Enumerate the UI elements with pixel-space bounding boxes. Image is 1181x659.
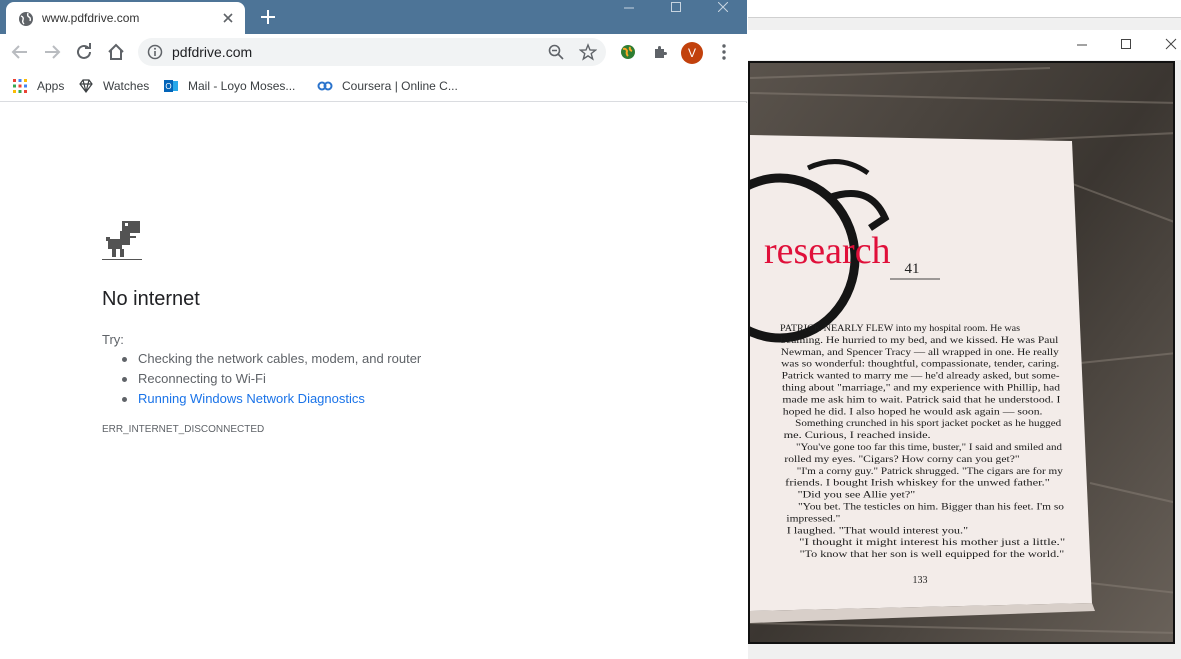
minimize-button[interactable] bbox=[606, 0, 652, 14]
arrow-right-icon bbox=[45, 45, 61, 59]
tab-strip: www.pdfdrive.com bbox=[0, 0, 747, 34]
reload-icon bbox=[77, 43, 91, 59]
bullet-icon bbox=[122, 377, 127, 382]
error-code: ERR_INTERNET_DISCONNECTED bbox=[102, 424, 265, 435]
book-line: was so wonderful: thoughtful, compassion… bbox=[781, 359, 1059, 370]
forward-button[interactable] bbox=[40, 40, 64, 64]
puzzle-icon bbox=[655, 46, 667, 58]
book-line: "I thought it might interest his mother … bbox=[799, 537, 1065, 548]
minimize-icon bbox=[624, 7, 634, 9]
suggestion-item: Reconnecting to Wi-Fi bbox=[120, 369, 421, 389]
tab-title: www.pdfdrive.com bbox=[42, 11, 140, 25]
bookmark-label: Watches bbox=[103, 79, 150, 93]
outlook-icon: O bbox=[164, 80, 178, 92]
coursera-icon bbox=[317, 81, 333, 91]
browser-window: www.pdfdrive.com pdfdrive.com V Apps Wat… bbox=[0, 0, 747, 659]
book-line: beaming. He hurried to my bed, and we ki… bbox=[780, 335, 1058, 346]
extension-globe-button[interactable] bbox=[617, 41, 639, 63]
close-icon bbox=[718, 2, 728, 12]
extensions-button[interactable] bbox=[649, 41, 671, 63]
browser-toolbar: pdfdrive.com V bbox=[0, 34, 747, 70]
close-window-button[interactable] bbox=[700, 0, 746, 14]
new-tab-icon[interactable] bbox=[258, 7, 278, 27]
star-icon[interactable] bbox=[579, 43, 597, 61]
overlay-word: research bbox=[764, 230, 891, 272]
back-button[interactable] bbox=[8, 40, 32, 64]
suggestion-text: Reconnecting to Wi-Fi bbox=[138, 371, 266, 386]
viewer-title-bar bbox=[748, 30, 1181, 60]
avatar-letter: V bbox=[687, 46, 696, 60]
profile-avatar[interactable]: V bbox=[681, 42, 703, 64]
image-viewer-window: research 41 PATRICK NEARLY FLEW into my … bbox=[748, 0, 1181, 659]
bookmark-label: Mail - Loyo Moses... bbox=[188, 79, 296, 93]
minimize-icon[interactable] bbox=[1075, 37, 1089, 51]
svg-text:O: O bbox=[165, 82, 171, 91]
bookmarks-bar: Apps Watches O Mail - Loyo Moses... Cour… bbox=[0, 70, 747, 102]
arrow-left-icon bbox=[11, 45, 27, 59]
home-button[interactable] bbox=[104, 40, 128, 64]
book-line: hoped he did. I also hoped he would ask … bbox=[783, 406, 1043, 417]
suggestion-item: Checking the network cables, modem, and … bbox=[120, 349, 421, 369]
reload-button[interactable] bbox=[72, 40, 96, 64]
try-label: Try: bbox=[102, 332, 124, 347]
book-line: Something crunched in his sport jacket p… bbox=[795, 418, 1061, 429]
book-line: rolled my eyes. "Cigars? How corny can y… bbox=[784, 454, 1019, 465]
bookmark-coursera[interactable]: Coursera | Online C... bbox=[317, 77, 458, 95]
book-line: "Did you see Allie yet?" bbox=[798, 490, 916, 501]
book-line: "You've gone too far this time, buster,"… bbox=[796, 442, 1062, 453]
book-line: "I'm a corny guy." Patrick shrugged. "Th… bbox=[797, 466, 1063, 477]
book-line: Newman, and Spencer Tracy — all wrapped … bbox=[781, 347, 1059, 358]
book-line: Patrick wanted to marry me — he'd alread… bbox=[782, 371, 1060, 382]
home-icon bbox=[108, 43, 124, 60]
maximize-icon bbox=[671, 2, 681, 12]
book-line: PATRICK NEARLY FLEW into my hospital roo… bbox=[780, 323, 1020, 334]
diamond-icon bbox=[79, 79, 93, 93]
suggestion-list: Checking the network cables, modem, and … bbox=[120, 349, 421, 409]
bookmark-label: Apps bbox=[37, 79, 65, 93]
photo-canvas: research 41 PATRICK NEARLY FLEW into my … bbox=[750, 63, 1173, 642]
book-line: I laughed. "That would interest you." bbox=[787, 525, 968, 536]
close-tab-icon[interactable] bbox=[220, 10, 236, 26]
zoom-out-icon[interactable] bbox=[547, 43, 565, 61]
earth-extension-icon bbox=[621, 45, 635, 59]
apps-grid-icon bbox=[13, 79, 27, 93]
book-line: "To know that her son is well equipped f… bbox=[800, 549, 1065, 560]
url-text[interactable]: pdfdrive.com bbox=[172, 44, 252, 60]
page-number-bottom: 133 bbox=[913, 575, 928, 586]
book-line: me. Curious, I reached inside. bbox=[784, 430, 931, 441]
bookmark-apps[interactable]: Apps bbox=[12, 77, 64, 95]
book-line: made me ask him to wait. Patrick said th… bbox=[782, 394, 1060, 405]
globe-icon bbox=[19, 12, 33, 26]
kebab-menu-icon[interactable] bbox=[716, 42, 732, 62]
book-line: impressed." bbox=[786, 513, 840, 524]
book-line: thing about "marriage," and my experienc… bbox=[782, 383, 1060, 394]
info-icon[interactable] bbox=[147, 44, 163, 60]
suggestion-text: Checking the network cables, modem, and … bbox=[138, 351, 422, 366]
maximize-button[interactable] bbox=[653, 0, 699, 14]
maximize-icon[interactable] bbox=[1119, 37, 1133, 51]
close-icon[interactable] bbox=[1164, 37, 1178, 51]
bullet-icon bbox=[122, 397, 127, 402]
tab-pdfdrive[interactable]: www.pdfdrive.com bbox=[6, 2, 245, 34]
page-title: No internet bbox=[102, 288, 200, 310]
network-diagnostics-link[interactable]: Running Windows Network Diagnostics bbox=[138, 391, 365, 406]
dinosaur-icon bbox=[102, 221, 142, 260]
bookmark-label: Coursera | Online C... bbox=[342, 79, 458, 93]
book-line: "You bet. The testicles on him. Bigger t… bbox=[798, 502, 1064, 513]
bookmark-watches[interactable]: Watches bbox=[78, 77, 149, 95]
viewer-top-strip bbox=[748, 0, 1181, 18]
error-page: No internet Try: Checking the network ca… bbox=[0, 103, 747, 659]
suggestion-item: Running Windows Network Diagnostics bbox=[120, 389, 421, 409]
book-line: friends. I bought Irish whiskey for the … bbox=[785, 478, 1050, 489]
address-bar[interactable]: pdfdrive.com bbox=[138, 38, 606, 66]
page-number-top: 41 bbox=[905, 261, 920, 277]
book-photo: research 41 PATRICK NEARLY FLEW into my … bbox=[748, 61, 1175, 644]
bookmark-mail[interactable]: O Mail - Loyo Moses... bbox=[163, 77, 295, 95]
bullet-icon bbox=[122, 357, 127, 362]
